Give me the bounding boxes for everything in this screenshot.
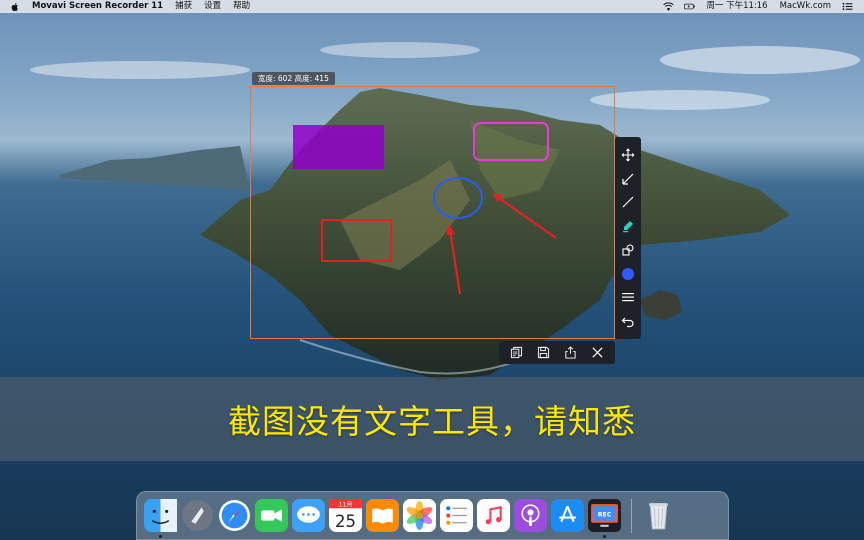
move-icon[interactable] xyxy=(619,146,637,164)
undo-icon[interactable] xyxy=(619,312,637,330)
messages-icon[interactable] xyxy=(292,499,325,532)
rec-badge: REC xyxy=(598,512,612,519)
calendar-day: 25 xyxy=(335,512,356,531)
photos-icon[interactable] xyxy=(403,499,436,532)
arrow-icon[interactable] xyxy=(619,170,637,188)
reminders-icon[interactable] xyxy=(440,499,473,532)
annotation-arrow-2 xyxy=(448,229,462,295)
save-icon[interactable] xyxy=(535,344,553,362)
caption-text: 截图没有文字工具，请知悉 xyxy=(228,402,636,441)
launchpad-icon[interactable] xyxy=(181,499,214,532)
caption-banner: 截图没有文字工具，请知悉 xyxy=(0,377,864,461)
drawing-toolbar xyxy=(615,137,641,339)
running-indicator xyxy=(603,535,606,538)
line-width-icon[interactable] xyxy=(619,288,637,306)
trash-icon[interactable] xyxy=(642,499,675,532)
facetime-icon[interactable] xyxy=(255,499,288,532)
running-indicator xyxy=(159,535,162,538)
color-icon[interactable] xyxy=(619,265,637,283)
safari-icon[interactable] xyxy=(218,499,251,532)
copy-icon[interactable] xyxy=(508,344,526,362)
calendar-icon[interactable]: 11月 25 xyxy=(329,499,362,532)
music-icon[interactable] xyxy=(477,499,510,532)
capture-action-bar xyxy=(499,341,615,364)
books-icon[interactable] xyxy=(366,499,399,532)
podcasts-icon[interactable] xyxy=(514,499,547,532)
annotation-arrow-2-head xyxy=(446,224,455,235)
app-store-icon[interactable] xyxy=(551,499,584,532)
shapes-icon[interactable] xyxy=(619,241,637,259)
dock: 11月 25 REC xyxy=(136,491,729,540)
calendar-month: 11月 xyxy=(338,502,352,509)
dock-separator xyxy=(631,498,632,533)
close-icon[interactable] xyxy=(589,344,607,362)
line-icon[interactable] xyxy=(619,193,637,211)
marker-icon[interactable] xyxy=(619,217,637,235)
finder-icon[interactable] xyxy=(144,499,177,538)
share-icon[interactable] xyxy=(562,344,580,362)
screen-recorder-icon[interactable]: REC xyxy=(588,499,621,538)
annotation-arrow-1 xyxy=(495,195,557,239)
